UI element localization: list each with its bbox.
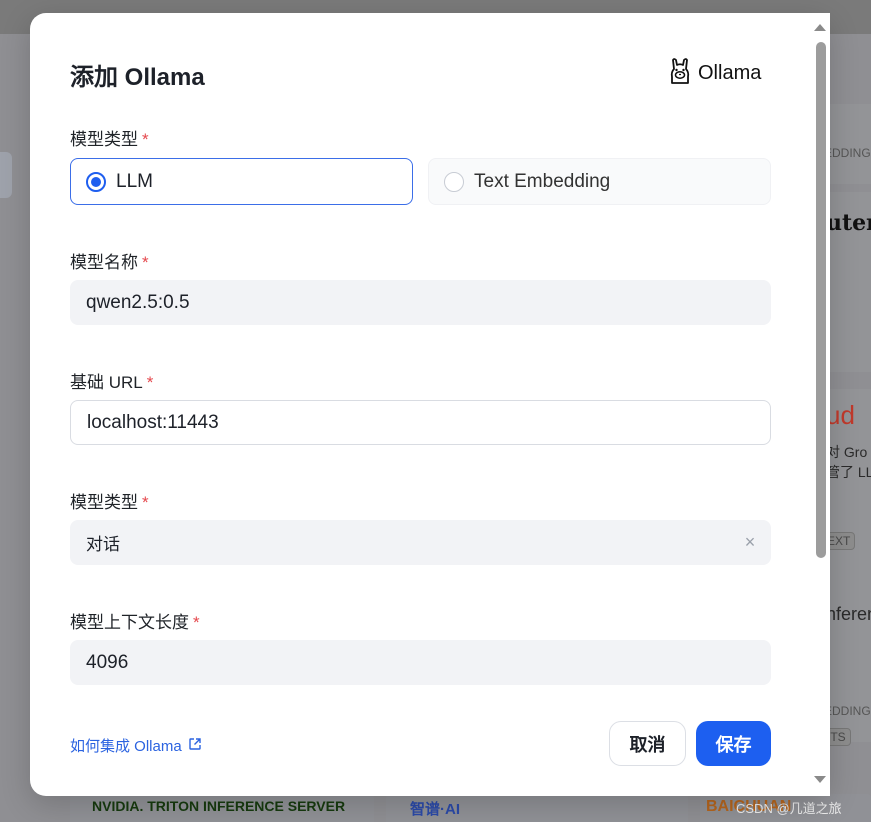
nvidia-logo: NVIDIA. TRITON INFERENCE SERVER [92, 798, 346, 814]
background-tag: EDDING [824, 146, 871, 160]
required-mark: * [142, 130, 149, 149]
watermark: CSDN @几道之旅 [736, 801, 842, 816]
context-length-input[interactable]: 4096 [70, 640, 771, 685]
model-name-input[interactable]: qwen2.5:0.5 [70, 280, 771, 325]
required-mark: * [146, 373, 154, 392]
background-logo-text: ud [826, 400, 855, 430]
add-ollama-dialog: 添加 Ollama Ollama 模型类型 * LLM Text Embeddin… [30, 13, 830, 796]
scroll-down-arrow-icon[interactable] [814, 776, 826, 783]
scroll-up-arrow-icon[interactable] [814, 24, 826, 31]
background-nav-highlight [0, 152, 12, 198]
required-mark: * [142, 493, 149, 512]
radio-checked-icon [86, 171, 106, 192]
brand-name: Ollama [698, 62, 762, 84]
required-mark: * [193, 613, 200, 632]
background-desc: 对 Gro [826, 444, 868, 460]
dialog-title: 添加 Ollama [70, 64, 205, 91]
radio-option-label: LLM [116, 170, 153, 192]
zhipu-logo: 智谱·AI [410, 801, 460, 818]
save-button[interactable]: 保存 [696, 721, 771, 766]
background-logo-text: uter [826, 210, 871, 236]
help-link[interactable]: 如何集成 Ollama [70, 735, 202, 756]
model-kind-value: 对话 [86, 535, 120, 554]
base-url-input[interactable]: localhost:11443 [70, 400, 771, 445]
required-mark: * [142, 253, 149, 272]
radio-unchecked-icon [444, 171, 464, 192]
model-type-label: 模型类型 * [70, 130, 149, 149]
model-kind-label: 模型类型 * [70, 493, 149, 512]
ollama-brand: Ollama [668, 57, 761, 90]
llama-icon [668, 57, 692, 90]
help-link-label: 如何集成 Ollama [70, 738, 182, 755]
background-desc: 管了 LL [826, 464, 871, 480]
model-kind-select[interactable]: 对话 × [70, 520, 771, 565]
clear-icon[interactable]: × [741, 533, 759, 551]
background-tag: EDDING [824, 704, 871, 718]
cancel-button[interactable]: 取消 [609, 721, 686, 766]
external-link-icon [188, 737, 202, 755]
radio-option-label: Text Embedding [474, 170, 611, 192]
model-name-label: 模型名称 * [70, 253, 149, 272]
base-url-label: 基础 URL * [70, 373, 154, 392]
context-length-label: 模型上下文长度 * [70, 613, 200, 632]
radio-option-text-embedding[interactable]: Text Embedding [428, 158, 771, 205]
background-card [824, 104, 871, 184]
background-logo-text: nferen [826, 604, 871, 624]
scrollbar-thumb[interactable] [816, 42, 826, 558]
radio-option-llm[interactable]: LLM [70, 158, 413, 205]
